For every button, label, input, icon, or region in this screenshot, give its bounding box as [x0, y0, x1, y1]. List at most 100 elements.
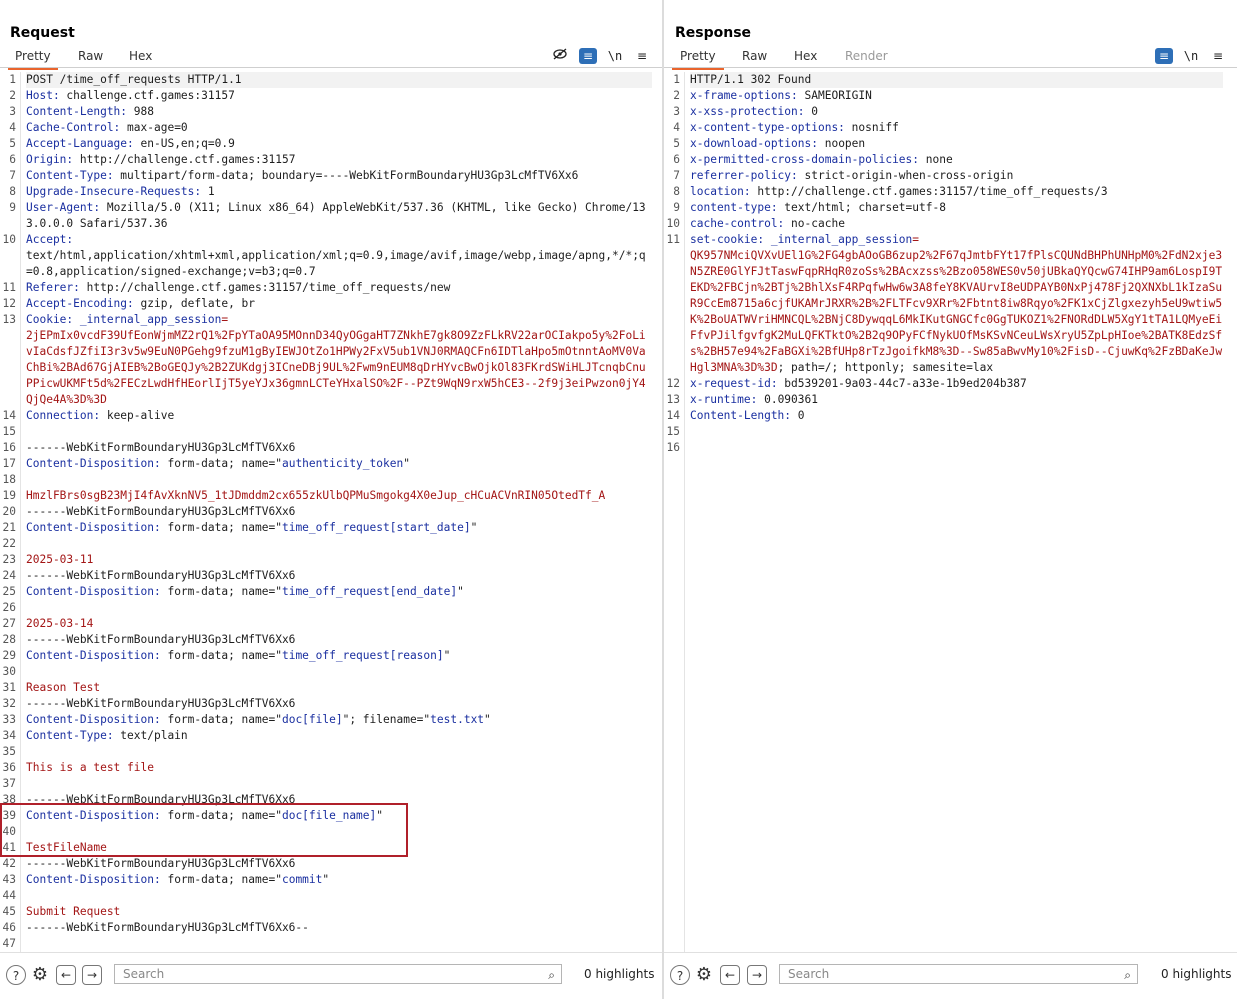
response-tab-hex[interactable]: Hex — [794, 48, 817, 68]
code-line: 10 cache-control: no-cache — [667, 216, 1223, 232]
code-token: HTTP/1.1 302 Found — [690, 73, 812, 86]
code-token: Content-Disposition: — [26, 713, 168, 726]
code-token: "; filename=" — [342, 713, 431, 726]
code-line: 31 Reason Test — [3, 680, 652, 696]
code-token: 1 — [207, 185, 215, 198]
code-token: location: — [690, 185, 758, 198]
response-search-input[interactable] — [786, 966, 1101, 982]
back-arrow-icon[interactable]: ← — [720, 965, 740, 985]
line-number: 26 — [2, 601, 16, 614]
back-arrow-icon[interactable]: ← — [56, 965, 76, 985]
response-editor[interactable]: 1 HTTP/1.1 302 Found 2 x-frame-options: SAM… — [664, 72, 1237, 953]
code-token: x-download-options: — [690, 137, 825, 150]
line-number: 21 — [2, 521, 16, 534]
response-tab-render[interactable]: Render — [845, 48, 888, 68]
code-token: http://challenge.ctf.games:31157/time_of… — [757, 185, 1108, 198]
response-tab-raw[interactable]: Raw — [742, 48, 767, 68]
highlight-box — [0, 803, 408, 857]
settings-gear-icon[interactable]: ⚙ — [30, 965, 50, 985]
forward-arrow-icon[interactable]: → — [82, 965, 102, 985]
request-editor[interactable]: 1 POST /time_off_requests HTTP/1.1 2 Host: … — [0, 72, 662, 953]
request-title: Request — [10, 25, 75, 41]
code-token: http://challenge.ctf.games:31157/time_of… — [86, 281, 451, 294]
code-token: max-age=0 — [127, 121, 188, 134]
wrap-lines-icon[interactable]: ≡ — [579, 48, 597, 64]
response-footer: ? ⚙ ← → ⌕ 0 highlights — [664, 952, 1237, 999]
code-token: no-cache — [791, 217, 845, 230]
line-number: 24 — [2, 569, 16, 582]
code-token: x-frame-options: — [690, 89, 805, 102]
line-number: 43 — [2, 873, 16, 886]
code-line: 36 This is a test file — [3, 760, 652, 776]
menu-icon[interactable]: ≡ — [1209, 48, 1227, 64]
code-token: time_off_request[reason] — [281, 649, 444, 662]
request-search-field[interactable]: ⌕ — [114, 964, 562, 984]
response-search-field[interactable]: ⌕ — [779, 964, 1138, 984]
code-line: 4 Cache-Control: max-age=0 — [9, 120, 652, 136]
newline-icon[interactable]: \n — [1182, 48, 1200, 64]
code-token: multipart/form-data; boundary=----WebKit… — [120, 169, 579, 182]
code-token: x-runtime: — [690, 393, 765, 406]
line-number: 2 — [673, 89, 680, 102]
hide-non-printable-icon[interactable] — [551, 48, 569, 64]
code-line: 11 Referer: http://challenge.ctf.games:31… — [3, 280, 652, 296]
settings-gear-icon[interactable]: ⚙ — [694, 965, 714, 985]
code-token: Content-Length: — [690, 409, 798, 422]
menu-icon[interactable]: ≡ — [633, 48, 651, 64]
code-token: strict-origin-when-cross-origin — [804, 169, 1014, 182]
code-line: 26 — [3, 600, 652, 616]
newline-icon[interactable]: \n — [606, 48, 624, 64]
line-number: 5 — [673, 137, 680, 150]
line-number: 16 — [666, 441, 680, 454]
help-icon[interactable]: ? — [670, 965, 690, 985]
request-search-input[interactable] — [121, 966, 516, 982]
code-token: commit — [281, 873, 323, 886]
code-line: 22 — [3, 536, 652, 552]
line-number: 29 — [2, 649, 16, 662]
wrap-lines-icon[interactable]: ≡ — [1155, 48, 1173, 64]
code-token: _internal_app_session — [770, 233, 913, 246]
code-line: 46 ------WebKitFormBoundaryHU3Gp3LcMfTV6X… — [3, 920, 652, 936]
code-token: ------WebKitFormBoundaryHU3Gp3LcMfTV6Xx6 — [26, 505, 296, 518]
request-tab-raw[interactable]: Raw — [78, 48, 103, 68]
code-token: " — [443, 649, 451, 662]
code-token: Accept-Encoding: — [26, 297, 141, 310]
help-icon[interactable]: ? — [6, 965, 26, 985]
forward-arrow-icon[interactable]: → — [747, 965, 767, 985]
code-line: 12 x-request-id: bd539201-9a03-44c7-a33e-… — [667, 376, 1223, 392]
code-line: 8 Upgrade-Insecure-Requests: 1 — [9, 184, 652, 200]
code-token: User-Agent: — [26, 201, 107, 214]
line-number: 36 — [2, 761, 16, 774]
line-number: 8 — [673, 185, 680, 198]
request-highlights-count: 0 highlights — [584, 967, 655, 981]
code-token: challenge.ctf.games:31157 — [66, 89, 235, 102]
code-token: x-permitted-cross-domain-policies: — [690, 153, 926, 166]
code-token: Cookie: — [26, 313, 80, 326]
code-line: 14 Content-Length: 0 — [667, 408, 1223, 424]
line-number: 23 — [2, 553, 16, 566]
code-line: 30 — [3, 664, 652, 680]
code-token: http://challenge.ctf.games:31157 — [79, 153, 296, 166]
code-line: 35 — [3, 744, 652, 760]
line-number: 4 — [9, 121, 16, 134]
code-line: 24 ------WebKitFormBoundaryHU3Gp3LcMfTV6X… — [3, 568, 652, 584]
code-line: 9 User-Agent: Mozilla/5.0 (X11; Linux x86… — [9, 200, 652, 232]
code-line: 2 Host: challenge.ctf.games:31157 — [9, 88, 652, 104]
line-number: 7 — [673, 169, 680, 182]
code-token: POST /time_off_requests HTTP/1.1 — [26, 73, 242, 86]
response-pane: Response Pretty Raw Hex Render ≡ \n ≡ 1H… — [664, 0, 1237, 999]
line-number: 42 — [2, 857, 16, 870]
request-tab-hex[interactable]: Hex — [129, 48, 152, 68]
code-token: ------WebKitFormBoundaryHU3Gp3LcMfTV6Xx6… — [26, 921, 309, 934]
line-number: 11 — [666, 233, 680, 246]
code-token: none — [925, 153, 953, 166]
code-token: text/html; charset=utf-8 — [784, 201, 946, 214]
line-number: 18 — [2, 473, 16, 486]
line-number: 35 — [2, 745, 16, 758]
search-icon: ⌕ — [1124, 968, 1131, 982]
code-line: 16 ------WebKitFormBoundaryHU3Gp3LcMfTV6X… — [3, 440, 652, 456]
code-token: x-content-type-options: — [690, 121, 852, 134]
line-number: 1 — [9, 73, 16, 86]
code-line: 47 — [3, 936, 652, 952]
line-number: 1 — [673, 73, 680, 86]
